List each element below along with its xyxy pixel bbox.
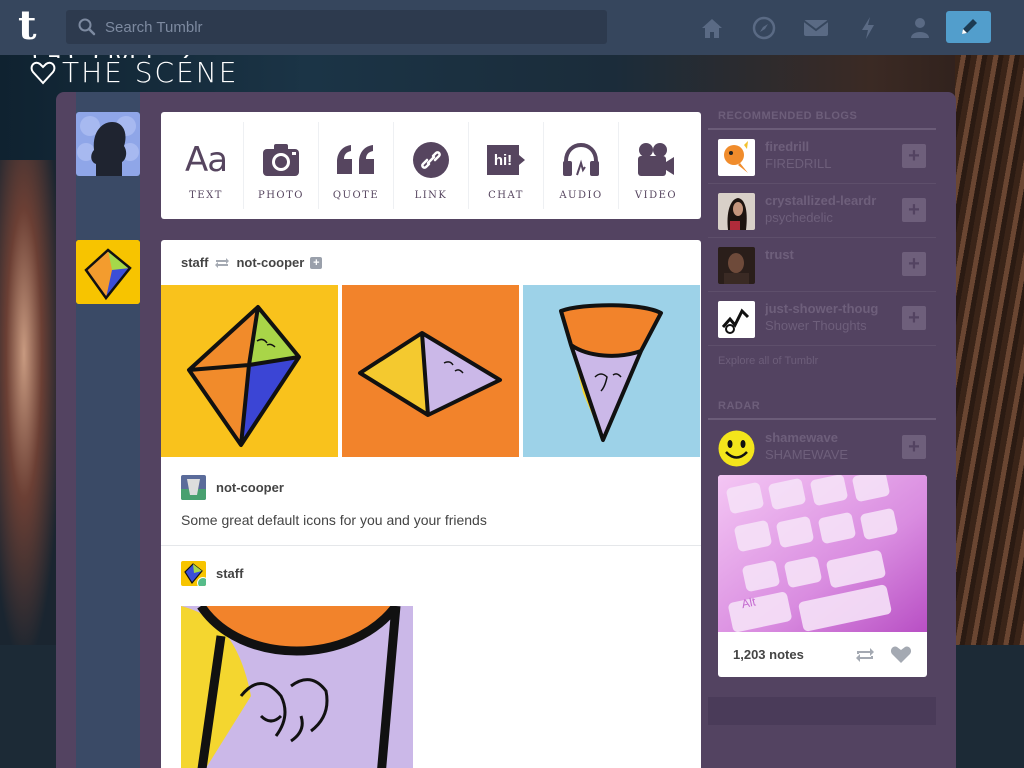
radar-blog-name[interactable]: shamewave — [765, 430, 895, 445]
nav-icons — [686, 14, 946, 42]
reblog-author-link[interactable]: not-cooper — [216, 480, 284, 495]
pencil-icon — [961, 19, 977, 34]
staff-avatar[interactable] — [76, 240, 140, 304]
post-type-label: AUDIO — [559, 190, 603, 201]
post-type-label: TEXT — [189, 190, 223, 201]
recommended-blog-row[interactable]: firedrill FIREDRILL + — [708, 130, 936, 184]
search-input[interactable] — [105, 18, 585, 36]
radar-blog-row[interactable]: shamewave SHAMEWAVE + — [708, 421, 936, 475]
home-icon[interactable] — [686, 14, 738, 42]
post-card: staff not-cooper + not-cooper Some great… — [161, 240, 701, 768]
background-hair — [955, 55, 1024, 645]
explore-all-link[interactable]: Explore all of Tumblr — [718, 355, 818, 367]
post-type-label: CHAT — [488, 190, 524, 201]
post-type-quote[interactable]: QUOTE — [319, 122, 394, 209]
avatar-column — [76, 92, 140, 768]
reblog-icon — [215, 257, 230, 268]
headphones-icon — [561, 140, 601, 180]
post-type-bar: Aa TEXT PHOTO QUOTE LINK hi! CHAT AUDIO — [161, 112, 701, 219]
recommended-blogs-title: RECOMMENDED BLOGS — [718, 110, 858, 122]
like-heart-icon[interactable] — [890, 646, 912, 664]
not-cooper-avatar[interactable] — [181, 475, 206, 500]
radar-blog-title: SHAMEWAVE — [765, 447, 849, 462]
reblogged-from-link[interactable]: not-cooper — [236, 255, 304, 270]
post-photo[interactable] — [181, 606, 413, 768]
sidebar-footer-strip — [708, 697, 936, 725]
background-person — [0, 160, 60, 645]
radar-blog-avatar[interactable] — [718, 430, 755, 467]
blog-name[interactable]: firedrill — [765, 139, 895, 154]
blog-title: Shower Thoughts — [765, 318, 867, 333]
blog-avatar[interactable] — [718, 301, 755, 338]
background-title-line2: THE SCENE — [30, 58, 238, 88]
reblog-divider — [161, 545, 701, 546]
post-type-link[interactable]: LINK — [394, 122, 469, 209]
post-type-text[interactable]: Aa TEXT — [169, 122, 244, 209]
root-post-entry: staff — [181, 561, 243, 586]
photoset — [161, 285, 701, 457]
follow-blog-button[interactable]: + — [902, 306, 926, 330]
post-type-label: QUOTE — [332, 190, 380, 201]
account-icon[interactable] — [894, 14, 946, 42]
post-type-photo[interactable]: PHOTO — [244, 122, 319, 209]
post-type-chat[interactable]: hi! CHAT — [469, 122, 544, 209]
blog-avatar[interactable] — [718, 193, 755, 230]
photo-kite-yellow[interactable] — [161, 285, 338, 457]
photo-kite-blue[interactable] — [523, 285, 700, 457]
chat-icon-glyph: hi! — [493, 151, 513, 169]
post-header: staff not-cooper + — [181, 255, 323, 270]
blog-avatar[interactable] — [718, 139, 755, 176]
heart-outline-icon — [30, 61, 56, 85]
post-type-label: VIDEO — [634, 190, 678, 201]
blog-title: psychedelic — [765, 210, 833, 225]
radar-notes-count[interactable]: 1,203 notes — [733, 647, 854, 662]
blog-avatar[interactable] — [718, 247, 755, 284]
blog-title: FIREDRILL — [765, 156, 832, 171]
link-icon — [412, 140, 450, 180]
inbox-icon[interactable] — [790, 14, 842, 42]
quote-icon — [335, 140, 377, 180]
reblog-badge-icon — [197, 577, 206, 586]
follow-blog-button[interactable]: + — [902, 144, 926, 168]
root-author-link[interactable]: staff — [216, 566, 243, 581]
user-avatar[interactable] — [76, 112, 140, 176]
activity-icon[interactable] — [842, 14, 894, 42]
video-camera-icon — [636, 140, 676, 180]
recommended-blog-row[interactable]: crystallized-leardr psychedelic + — [708, 184, 936, 238]
radar-divider — [708, 418, 936, 420]
blog-name[interactable]: crystallized-leardr — [765, 193, 895, 208]
search-icon — [78, 18, 96, 36]
follow-blog-button[interactable]: + — [902, 252, 926, 276]
post-type-label: LINK — [414, 190, 448, 201]
compose-button[interactable] — [946, 11, 991, 43]
text-icon: Aa — [184, 140, 228, 180]
blog-name[interactable]: trust — [765, 247, 895, 262]
background-title-line2-text: THE SCENE — [62, 56, 239, 89]
post-type-audio[interactable]: AUDIO — [544, 122, 619, 209]
top-navigation-bar: t — [0, 0, 1024, 55]
reblog-icon[interactable] — [854, 646, 876, 664]
post-type-video[interactable]: VIDEO — [619, 122, 693, 209]
follow-button[interactable]: + — [310, 256, 323, 269]
blog-name[interactable]: just-shower-thoug — [765, 301, 895, 316]
photo-kite-orange[interactable] — [342, 285, 519, 457]
post-caption: Some great default icons for you and you… — [181, 512, 487, 528]
follow-blog-button[interactable]: + — [902, 198, 926, 222]
reblog-trail-entry: not-cooper — [181, 475, 284, 500]
radar-title: RADAR — [718, 400, 761, 412]
tumblr-logo[interactable]: t — [18, 6, 50, 46]
recommended-blog-row[interactable]: trust + — [708, 238, 936, 292]
post-author-link[interactable]: staff — [181, 255, 208, 270]
explore-icon[interactable] — [738, 14, 790, 42]
chat-icon: hi! — [485, 140, 527, 180]
camera-icon — [261, 140, 301, 180]
radar-post-card: Alt 1,203 notes — [718, 475, 927, 677]
radar-post-footer: 1,203 notes — [718, 632, 927, 677]
staff-mini-avatar[interactable] — [181, 561, 206, 586]
radar-post-image[interactable]: Alt — [718, 475, 927, 632]
search-box[interactable] — [66, 10, 607, 44]
recommended-blog-row[interactable]: just-shower-thoug Shower Thoughts + — [708, 292, 936, 346]
follow-radar-blog-button[interactable]: + — [902, 435, 926, 459]
post-type-label: PHOTO — [257, 190, 304, 201]
